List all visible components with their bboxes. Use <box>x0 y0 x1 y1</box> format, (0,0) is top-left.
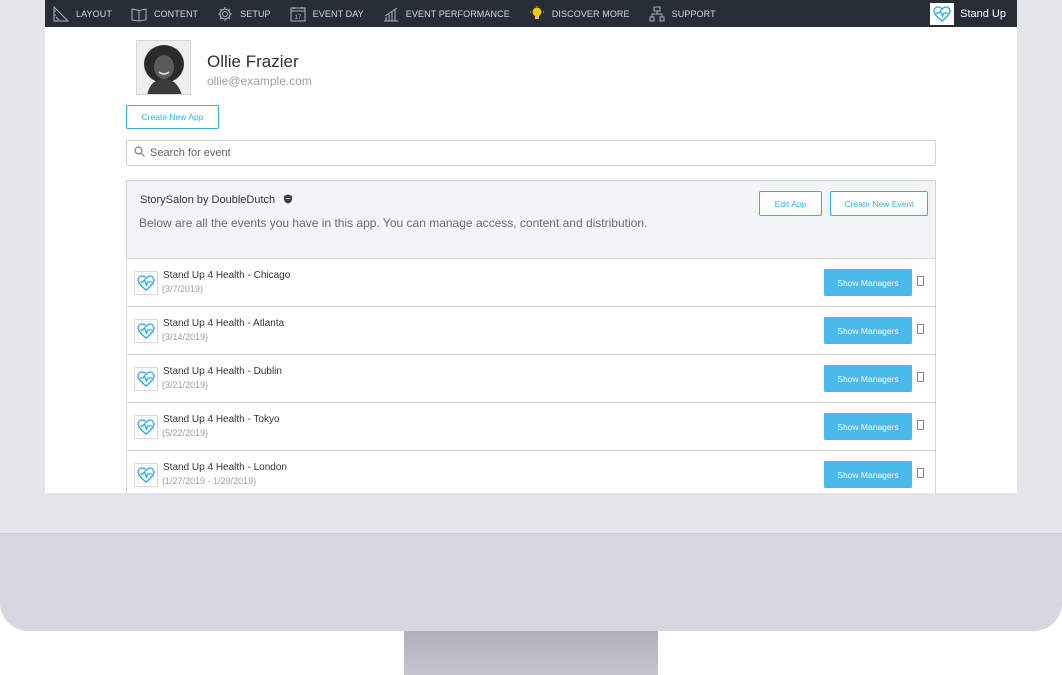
nav-item-layout[interactable]: LAYOUT <box>53 0 112 27</box>
heart-logo-icon <box>134 463 158 487</box>
event-date: (3/7/2019) <box>162 284 204 294</box>
show-managers-button[interactable]: Show Managers <box>824 365 912 392</box>
nav-item-event-performance[interactable]: EVENT PERFORMANCE <box>383 0 510 27</box>
app-screen: LAYOUT CONTENT SETUP 17 EVENT DAY EVENT … <box>45 0 1017 493</box>
event-search[interactable] <box>126 140 936 166</box>
mobile-device-icon[interactable] <box>917 276 924 286</box>
nav-item-label: EVENT PERFORMANCE <box>405 8 510 19</box>
show-managers-button[interactable]: Show Managers <box>824 317 912 344</box>
nav-item-label: LAYOUT <box>76 8 112 19</box>
app-description: Below are all the events you have in thi… <box>139 216 648 230</box>
nav-item-event-day[interactable]: 17 EVENT DAY <box>290 0 364 27</box>
lightbulb-icon <box>529 5 545 22</box>
layout-icon <box>53 5 69 22</box>
event-date: (3/14/2019) <box>162 332 209 342</box>
profile-email: ollie@example.com <box>207 74 312 88</box>
create-new-event-button[interactable]: Create New Event <box>830 191 928 216</box>
profile-name: Ollie Frazier <box>207 52 299 71</box>
mobile-device-icon[interactable] <box>917 372 924 382</box>
avatar <box>136 40 191 95</box>
mobile-device-icon[interactable] <box>917 468 924 478</box>
brand-switcher[interactable]: Stand Up <box>930 0 1017 27</box>
nav-item-content[interactable]: CONTENT <box>131 0 198 27</box>
event-name: Stand Up 4 Health - London <box>163 462 287 473</box>
event-date: (1/27/2019 - 1/29/2019) <box>162 476 257 486</box>
heart-logo-icon <box>134 319 158 343</box>
monitor-stand <box>404 631 658 675</box>
show-managers-button[interactable]: Show Managers <box>824 461 912 488</box>
event-row[interactable]: Stand Up 4 Health - Chicago (3/7/2019) S… <box>127 259 935 307</box>
monitor-chin <box>0 533 1062 631</box>
mobile-device-icon[interactable] <box>917 420 924 430</box>
event-name: Stand Up 4 Health - Chicago <box>163 270 291 281</box>
event-row[interactable]: Stand Up 4 Health - Dublin (3/21/2019) S… <box>127 355 935 403</box>
app-title-row: StorySalon by DoubleDutch <box>140 194 293 206</box>
book-icon <box>131 6 147 22</box>
event-date: (3/21/2019) <box>162 380 209 390</box>
top-navigation: LAYOUT CONTENT SETUP 17 EVENT DAY EVENT … <box>45 0 1017 27</box>
nav-item-setup[interactable]: SETUP <box>217 0 271 27</box>
event-name: Stand Up 4 Health - Tokyo <box>163 414 280 425</box>
nav-item-label: CONTENT <box>153 8 199 19</box>
nav-item-label: DISCOVER MORE <box>551 8 630 19</box>
network-icon <box>649 6 665 22</box>
brand-name: Stand Up <box>960 7 1006 20</box>
create-new-app-button[interactable]: Create New App <box>126 105 219 129</box>
gear-icon <box>217 6 233 22</box>
heart-logo-icon <box>134 367 158 391</box>
event-row[interactable]: Stand Up 4 Health - London (1/27/2019 - … <box>127 451 935 493</box>
show-managers-button[interactable]: Show Managers <box>824 413 912 440</box>
search-input[interactable] <box>150 147 850 159</box>
shield-icon <box>283 194 293 204</box>
event-date: (5/22/2019) <box>162 428 209 438</box>
app-header: StorySalon by DoubleDutch Below are all … <box>127 181 935 259</box>
event-row[interactable]: Stand Up 4 Health - Tokyo (5/22/2019) Sh… <box>127 403 935 451</box>
mobile-device-icon[interactable] <box>917 324 924 334</box>
event-name: Stand Up 4 Health - Dublin <box>163 366 282 377</box>
app-panel: StorySalon by DoubleDutch Below are all … <box>126 180 936 493</box>
search-icon <box>134 144 145 162</box>
heart-logo-icon <box>930 2 955 25</box>
heart-logo-icon <box>134 271 158 295</box>
nav-item-support[interactable]: SUPPORT <box>649 0 716 27</box>
event-name: Stand Up 4 Health - Atlanta <box>163 318 285 329</box>
nav-item-label: EVENT DAY <box>312 8 364 19</box>
heart-logo-icon <box>134 415 158 439</box>
nav-item-discover-more[interactable]: DISCOVER MORE <box>529 0 630 27</box>
nav-item-label: SETUP <box>240 8 271 19</box>
app-title: StorySalon by DoubleDutch <box>140 194 276 206</box>
event-row[interactable]: Stand Up 4 Health - Atlanta (3/14/2019) … <box>127 307 935 355</box>
calendar-icon-text: 17 <box>294 15 301 21</box>
edit-app-button[interactable]: Edit App <box>759 191 822 216</box>
nav-item-label: SUPPORT <box>671 8 716 19</box>
show-managers-button[interactable]: Show Managers <box>824 269 912 296</box>
bar-chart-icon <box>383 6 399 22</box>
calendar-icon: 17 <box>290 6 306 22</box>
